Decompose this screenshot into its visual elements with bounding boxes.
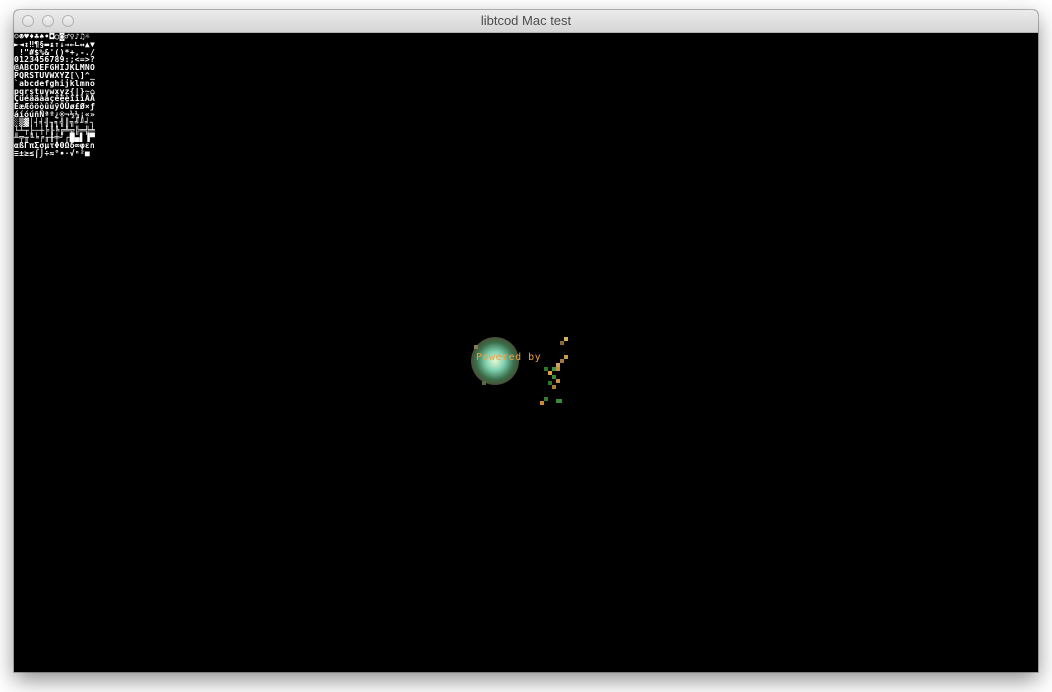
charset-grid: ☺☻♥♦♣♠•◘○◙♂♀♪♫☼ ►◄↕‼¶§▬↨↑↓→←∟↔▲▼ !"#$%&'… bbox=[14, 32, 96, 158]
app-window: libtcod Mac test ☺☻♥♦♣♠•◘○◙♂♀♪♫☼ ►◄↕‼¶§▬… bbox=[14, 10, 1038, 672]
libtcod-logo: Powered by bbox=[466, 335, 578, 413]
powered-by-text: Powered by bbox=[476, 352, 542, 363]
console-canvas[interactable]: ☺☻♥♦♣♠•◘○◙♂♀♪♫☼ ►◄↕‼¶§▬↨↑↓→←∟↔▲▼ !"#$%&'… bbox=[14, 33, 1038, 672]
window-title: libtcod Mac test bbox=[480, 13, 572, 28]
title-bar[interactable]: libtcod Mac test bbox=[14, 10, 1038, 33]
logo-sparks bbox=[474, 337, 568, 405]
